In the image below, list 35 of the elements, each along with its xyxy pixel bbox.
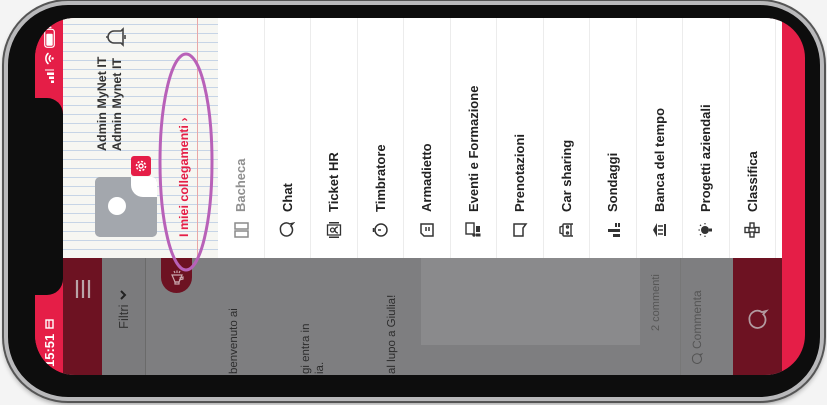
links-link[interactable]: I miei collegamenti › xyxy=(177,118,191,237)
user-name: Admin Mynet IT xyxy=(110,56,124,151)
battery-icon xyxy=(44,26,54,48)
wifi-icon xyxy=(44,52,54,65)
menu-item[interactable]: Banca del tempo xyxy=(636,18,683,258)
bank-icon xyxy=(651,222,668,238)
user-name: Admin MyNet IT xyxy=(95,56,109,151)
post-text: gi entra in ia. xyxy=(299,323,327,375)
document-icon xyxy=(418,222,435,238)
chevron-down-icon[interactable] xyxy=(120,290,127,300)
chat-icon xyxy=(279,222,296,238)
lightbulb-icon xyxy=(698,222,714,238)
settings-button[interactable] xyxy=(131,156,151,176)
menu-item[interactable]: Car sharing xyxy=(544,18,590,258)
car-icon xyxy=(558,222,574,238)
menu-item[interactable]: Chat xyxy=(264,18,311,258)
menu-item[interactable]: Classifica xyxy=(730,18,776,258)
card-icon xyxy=(44,318,54,329)
presenter-icon xyxy=(465,222,482,238)
settings-icon xyxy=(134,159,148,173)
signal-icon xyxy=(44,69,54,83)
chat-icon[interactable] xyxy=(746,309,768,331)
megaphone-icon xyxy=(168,269,184,285)
menu-icon[interactable] xyxy=(74,279,92,299)
columns-icon xyxy=(232,222,249,238)
post-text: benvenuto ai xyxy=(227,308,241,375)
bell-icon[interactable] xyxy=(104,26,127,48)
bookmark-icon xyxy=(512,222,528,238)
menu-item[interactable]: Eventi e Formazione xyxy=(450,18,497,258)
menu-item[interactable]: Timbratore xyxy=(358,18,404,258)
clock-time: 15:51 xyxy=(42,334,56,367)
squares-icon xyxy=(744,222,760,238)
id-card-icon xyxy=(326,222,342,238)
stopwatch-icon xyxy=(372,222,388,238)
post-text: al lupo a Giulia! xyxy=(385,294,399,375)
